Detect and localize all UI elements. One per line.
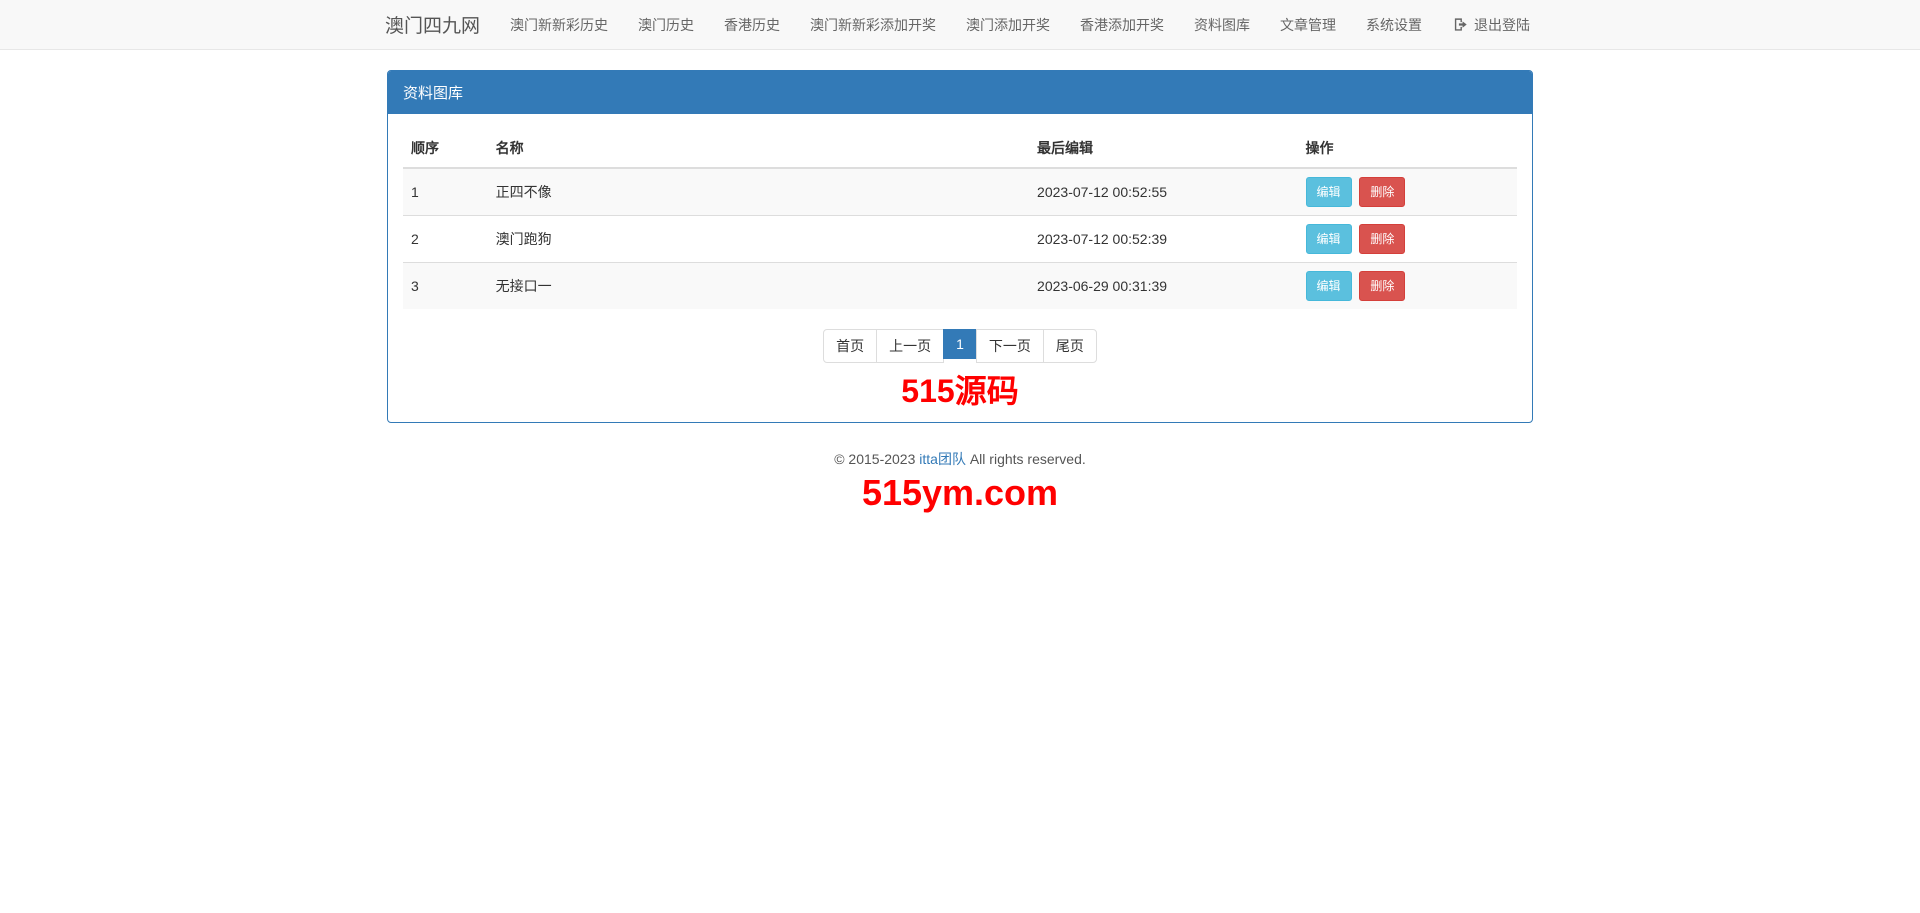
nav-item-macau-new-lottery-add-draw[interactable]: 澳门新新彩添加开奖 <box>795 0 951 49</box>
cell-name: 无接口一 <box>488 263 1029 310</box>
watermark-515-source: 515源码 <box>403 375 1517 407</box>
pagination-prev[interactable]: 上一页 <box>876 329 944 363</box>
cell-last-edited: 2023-07-12 00:52:39 <box>1029 216 1297 263</box>
sign-out-icon <box>1453 17 1468 32</box>
delete-button[interactable]: 删除 <box>1359 177 1405 207</box>
cell-name: 澳门跑狗 <box>488 216 1029 263</box>
brand[interactable]: 澳门四九网 <box>375 0 495 49</box>
panel-body: 顺序 名称 最后编辑 操作 1 正四不像 2023-07-12 00:52:55… <box>388 114 1532 422</box>
nav-item-hongkong-history[interactable]: 香港历史 <box>709 0 795 49</box>
nav-item-articles[interactable]: 文章管理 <box>1265 0 1351 49</box>
cell-last-edited: 2023-06-29 00:31:39 <box>1029 263 1297 310</box>
col-header-actions: 操作 <box>1298 129 1517 168</box>
copyright-prefix: © 2015-2023 <box>834 451 919 467</box>
watermark-515ym: 515ym.com <box>387 475 1533 511</box>
gallery-panel: 资料图库 顺序 名称 最后编辑 操作 <box>387 70 1533 423</box>
edit-button[interactable]: 编辑 <box>1306 224 1352 254</box>
cell-name: 正四不像 <box>488 168 1029 216</box>
nav-item-hongkong-add-draw[interactable]: 香港添加开奖 <box>1065 0 1179 49</box>
cell-order: 2 <box>403 216 488 263</box>
table-row: 3 无接口一 2023-06-29 00:31:39 编辑 删除 <box>403 263 1517 310</box>
cell-last-edited: 2023-07-12 00:52:55 <box>1029 168 1297 216</box>
pagination-last[interactable]: 尾页 <box>1043 329 1097 363</box>
team-link[interactable]: itta团队 <box>919 451 966 467</box>
logout-button[interactable]: 退出登陆 <box>1438 0 1545 49</box>
cell-order: 1 <box>403 168 488 216</box>
delete-button[interactable]: 删除 <box>1359 224 1405 254</box>
cell-actions: 编辑 删除 <box>1298 263 1517 310</box>
pagination: 首页 上一页 1 下一页 尾页 <box>823 329 1097 363</box>
table-header-row: 顺序 名称 最后编辑 操作 <box>403 129 1517 168</box>
col-header-last-edited: 最后编辑 <box>1029 129 1297 168</box>
nav-item-macau-new-lottery-history[interactable]: 澳门新新彩历史 <box>495 0 623 49</box>
copyright: © 2015-2023 itta团队 All rights reserved. <box>387 449 1533 469</box>
cell-actions: 编辑 删除 <box>1298 216 1517 263</box>
nav-item-gallery[interactable]: 资料图库 <box>1179 0 1265 49</box>
cell-order: 3 <box>403 263 488 310</box>
navbar-inner: 澳门四九网 澳门新新彩历史 澳门历史 香港历史 澳门新新彩添加开奖 澳门添加开奖… <box>375 0 1545 49</box>
edit-button[interactable]: 编辑 <box>1306 177 1352 207</box>
pagination-next[interactable]: 下一页 <box>976 329 1044 363</box>
col-header-name: 名称 <box>488 129 1029 168</box>
nav-item-macau-add-draw[interactable]: 澳门添加开奖 <box>951 0 1065 49</box>
pagination-page-1[interactable]: 1 <box>943 329 977 359</box>
nav-item-macau-history[interactable]: 澳门历史 <box>623 0 709 49</box>
footer: © 2015-2023 itta团队 All rights reserved. … <box>387 449 1533 511</box>
panel-title: 资料图库 <box>388 71 1532 114</box>
nav-item-settings[interactable]: 系统设置 <box>1351 0 1437 49</box>
cell-actions: 编辑 删除 <box>1298 168 1517 216</box>
logout-label: 退出登陆 <box>1474 15 1530 35</box>
edit-button[interactable]: 编辑 <box>1306 271 1352 301</box>
col-header-order: 顺序 <box>403 129 488 168</box>
delete-button[interactable]: 删除 <box>1359 271 1405 301</box>
table-row: 1 正四不像 2023-07-12 00:52:55 编辑 删除 <box>403 168 1517 216</box>
pagination-wrap: 首页 上一页 1 下一页 尾页 <box>403 329 1517 363</box>
copyright-suffix: All rights reserved. <box>966 451 1086 467</box>
main-container: 资料图库 顺序 名称 最后编辑 操作 <box>387 70 1533 511</box>
table-row: 2 澳门跑狗 2023-07-12 00:52:39 编辑 删除 <box>403 216 1517 263</box>
gallery-table: 顺序 名称 最后编辑 操作 1 正四不像 2023-07-12 00:52:55… <box>403 129 1517 309</box>
navbar: 澳门四九网 澳门新新彩历史 澳门历史 香港历史 澳门新新彩添加开奖 澳门添加开奖… <box>0 0 1920 50</box>
pagination-first[interactable]: 首页 <box>823 329 877 363</box>
